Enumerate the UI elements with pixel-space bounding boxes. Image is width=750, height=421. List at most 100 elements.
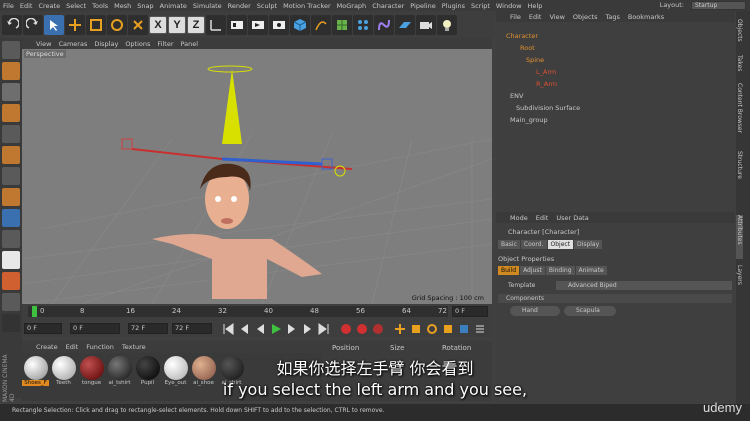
om-menu-file[interactable]: File	[510, 13, 521, 21]
viewport-perspective[interactable]: Perspective Grid Spacing : 100 cm	[22, 49, 492, 304]
render-picture-viewer-icon[interactable]	[248, 14, 268, 35]
prev-frame-icon[interactable]	[254, 323, 266, 335]
side-tab-content-browser[interactable]: Content Browser	[736, 83, 743, 145]
vp-menu-options[interactable]: Options	[125, 40, 150, 48]
am-menu-edit[interactable]: Edit	[536, 214, 549, 222]
workplane-icon[interactable]	[2, 230, 20, 248]
om-menu-view[interactable]: View	[549, 13, 564, 21]
goto-end-icon[interactable]	[318, 323, 330, 335]
tab-coord[interactable]: Coord.	[520, 240, 547, 249]
menu-sculpt[interactable]: Sculpt	[257, 2, 277, 10]
menu-script[interactable]: Script	[471, 2, 490, 10]
object-root[interactable]: Root	[520, 43, 535, 54]
om-menu-edit[interactable]: Edit	[529, 13, 542, 21]
y-axis-lock-button[interactable]: Y	[168, 15, 186, 34]
menu-motion-tracker[interactable]: Motion Tracker	[283, 2, 331, 10]
menu-simulate[interactable]: Simulate	[193, 2, 222, 10]
move-key-icon[interactable]	[394, 323, 406, 335]
am-menu-user-data[interactable]: User Data	[556, 214, 588, 222]
side-tab-structure[interactable]: Structure	[736, 151, 743, 191]
deformer-icon[interactable]	[374, 14, 394, 35]
current-frame-field[interactable]: 0 F	[452, 306, 488, 317]
axis-mode-icon[interactable]	[2, 167, 20, 185]
undo-icon[interactable]	[2, 14, 22, 35]
side-tab-objects[interactable]: Objects	[736, 19, 743, 49]
am-menu-mode[interactable]: Mode	[510, 214, 528, 222]
param-key-icon[interactable]	[442, 323, 454, 335]
mat-menu-edit[interactable]: Edit	[66, 343, 79, 351]
menu-plugins[interactable]: Plugins	[442, 2, 465, 10]
preview-start-field[interactable]: 0 F	[70, 323, 120, 334]
select-tool-icon[interactable]	[44, 14, 64, 35]
rotate-tool-icon[interactable]	[107, 14, 127, 35]
pla-key-icon[interactable]	[458, 323, 470, 335]
play-icon[interactable]	[270, 323, 282, 335]
mat-menu-create[interactable]: Create	[36, 343, 58, 351]
menu-character[interactable]: Character	[372, 2, 404, 10]
menu-mesh[interactable]: Mesh	[114, 2, 131, 10]
menu-render[interactable]: Render	[228, 2, 251, 10]
vp-menu-view[interactable]: View	[36, 40, 51, 48]
snap-icon[interactable]	[2, 209, 20, 227]
timeline-menu-icon[interactable]	[474, 323, 486, 335]
tab-object[interactable]: Object	[547, 240, 574, 249]
start-frame-field[interactable]: 0 F	[24, 323, 62, 334]
redo-icon[interactable]	[23, 14, 43, 35]
end-frame-field[interactable]: 72 F	[172, 323, 212, 334]
object-l-arm[interactable]: L_Arm	[536, 67, 556, 78]
menu-create[interactable]: Create	[38, 2, 60, 10]
menu-snap[interactable]: Snap	[137, 2, 153, 10]
x-axis-lock-button[interactable]: X	[149, 15, 167, 34]
playhead[interactable]	[32, 306, 37, 317]
side-tab-layers[interactable]: Layers	[736, 265, 743, 291]
magnet-icon[interactable]	[2, 272, 20, 290]
menu-mograph[interactable]: MoGraph	[337, 2, 367, 10]
menu-edit[interactable]: Edit	[20, 2, 33, 10]
lock-workplane-icon[interactable]	[2, 314, 20, 332]
menu-animate[interactable]: Animate	[160, 2, 187, 10]
subtab-build[interactable]: Build	[498, 266, 520, 275]
z-axis-lock-button[interactable]: Z	[187, 15, 205, 34]
autokey-icon[interactable]	[356, 323, 368, 335]
tweak-mode-icon[interactable]	[2, 188, 20, 206]
recent-tools-icon[interactable]	[128, 14, 148, 35]
subdivision-surface-icon[interactable]	[332, 14, 352, 35]
model-mode-icon[interactable]	[2, 62, 20, 80]
make-editable-icon[interactable]	[2, 41, 20, 59]
render-view-icon[interactable]	[227, 14, 247, 35]
mat-menu-function[interactable]: Function	[86, 343, 114, 351]
polygons-mode-icon[interactable]	[2, 146, 20, 164]
object-subdivision-surface[interactable]: Subdivision Surface	[516, 103, 580, 114]
render-settings-icon[interactable]	[269, 14, 289, 35]
layout-select[interactable]: Startup	[691, 1, 746, 10]
om-menu-bookmarks[interactable]: Bookmarks	[628, 13, 664, 21]
om-menu-objects[interactable]: Objects	[573, 13, 598, 21]
keyframe-selection-icon[interactable]	[372, 323, 384, 335]
object-r-arm[interactable]: R_Arm	[536, 79, 557, 90]
goto-start-icon[interactable]	[222, 323, 234, 335]
scale-tool-icon[interactable]	[86, 14, 106, 35]
spline-pen-icon[interactable]	[311, 14, 331, 35]
menu-file[interactable]: File	[3, 2, 14, 10]
subtab-adjust[interactable]: Adjust	[520, 266, 545, 275]
next-frame-icon[interactable]	[286, 323, 298, 335]
object-spine[interactable]: Spine	[526, 55, 544, 66]
subtab-binding[interactable]: Binding	[545, 266, 575, 275]
menu-window[interactable]: Window	[496, 2, 522, 10]
scale-key-icon[interactable]	[410, 323, 422, 335]
menu-pipeline[interactable]: Pipeline	[410, 2, 435, 10]
menu-tools[interactable]: Tools	[92, 2, 108, 10]
move-tool-icon[interactable]	[65, 14, 85, 35]
prev-key-icon[interactable]	[238, 323, 250, 335]
rotate-key-icon[interactable]	[426, 323, 438, 335]
vp-menu-display[interactable]: Display	[94, 40, 118, 48]
scapula-button[interactable]: Scapula	[564, 306, 616, 316]
tab-display[interactable]: Display	[574, 240, 603, 249]
edges-mode-icon[interactable]	[2, 125, 20, 143]
menu-select[interactable]: Select	[66, 2, 86, 10]
om-menu-tags[interactable]: Tags	[605, 13, 619, 21]
object-env[interactable]: ENV	[510, 91, 523, 102]
array-icon[interactable]	[353, 14, 373, 35]
mat-menu-texture[interactable]: Texture	[122, 343, 146, 351]
cube-icon[interactable]	[290, 14, 310, 35]
